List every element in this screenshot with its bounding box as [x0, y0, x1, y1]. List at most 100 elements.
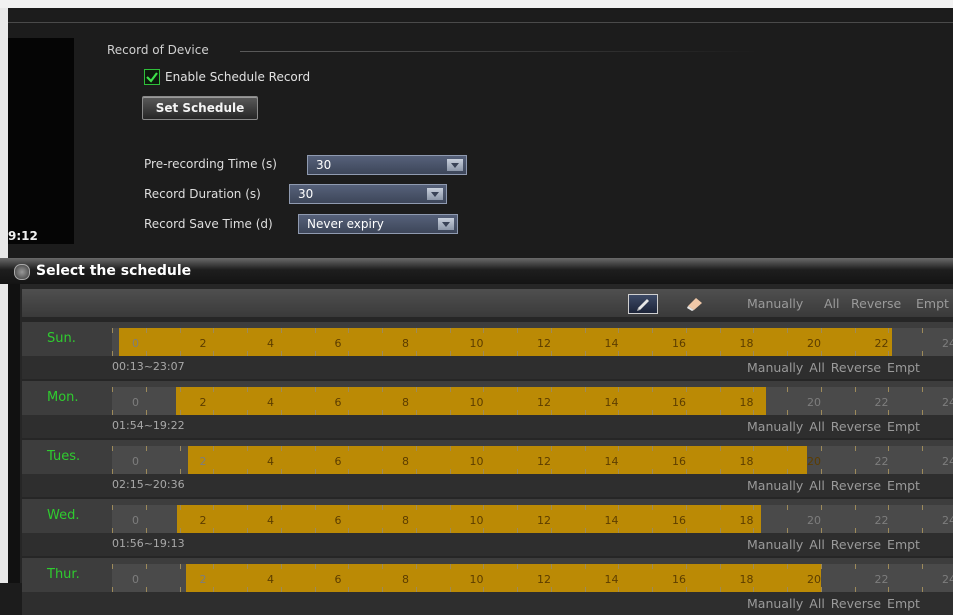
row-action-manually[interactable]: Manually	[747, 360, 803, 375]
hour-tick	[382, 564, 383, 592]
hour-label: 12	[537, 337, 551, 350]
hour-label: 4	[267, 573, 274, 586]
duration-select[interactable]: 30	[289, 184, 447, 204]
row-action-reverse[interactable]: Reverse	[831, 419, 881, 434]
pencil-icon[interactable]	[628, 294, 658, 314]
enable-schedule-label[interactable]: Enable Schedule Record	[165, 70, 310, 84]
time-range: 01:54~19:22	[112, 419, 185, 432]
video-preview[interactable]	[8, 38, 74, 244]
day-row-2: Tues. 0 2 4 6 8 10 12 14 16 18 20 22 24 02:15~20:36 Man…	[22, 440, 953, 497]
hour-label: 24	[942, 573, 953, 586]
row-action-reverse[interactable]: Reverse	[831, 596, 881, 611]
set-schedule-button[interactable]: Set Schedule	[142, 96, 258, 120]
row-actions: Manually All Reverse Empt	[747, 419, 926, 434]
schedule-icon	[14, 264, 30, 280]
row-action-reverse[interactable]: Reverse	[831, 360, 881, 375]
hour-label: 8	[402, 396, 409, 409]
toolbar-empty-link[interactable]: Empt	[916, 296, 949, 311]
row-action-manually[interactable]: Manually	[747, 419, 803, 434]
chevron-down-icon[interactable]	[438, 218, 454, 230]
day-timeline[interactable]: 0 2 4 6 8 10 12 14 16 18 20 22 24	[112, 446, 953, 474]
row-action-empty[interactable]: Empt	[887, 360, 920, 375]
hour-label: 24	[942, 337, 953, 350]
duration-label: Record Duration (s)	[144, 187, 261, 201]
prerecord-select[interactable]: 30	[307, 155, 467, 175]
hour-label: 6	[334, 337, 342, 350]
hour-label: 14	[604, 337, 619, 350]
hour-label: 22	[874, 337, 889, 350]
row-action-all[interactable]: All	[809, 537, 825, 552]
row-action-reverse[interactable]: Reverse	[831, 537, 881, 552]
hour-label: 8	[402, 514, 409, 527]
hour-tick	[787, 328, 788, 356]
row-action-empty[interactable]: Empt	[887, 596, 920, 611]
row-actions: Manually All Reverse Empt	[747, 596, 926, 611]
hour-tick	[652, 505, 653, 533]
row-action-all[interactable]: All	[809, 419, 825, 434]
hour-tick	[584, 564, 586, 592]
row-action-all[interactable]: All	[809, 478, 825, 493]
toolbar-manually-link[interactable]: Manually	[747, 296, 803, 311]
enable-schedule-checkbox[interactable]	[144, 69, 160, 85]
chevron-down-icon[interactable]	[447, 159, 463, 171]
row-action-all[interactable]: All	[809, 360, 825, 375]
hour-label: 2	[199, 337, 207, 350]
hour-label: 14	[604, 396, 619, 409]
hour-tick	[922, 387, 923, 415]
toolbar-reverse-link[interactable]: Reverse	[851, 296, 901, 311]
section-divider	[240, 51, 760, 52]
hour-label: 24	[942, 396, 953, 409]
hour-tick	[787, 387, 788, 415]
row-action-empty[interactable]: Empt	[887, 537, 920, 552]
hour-tick	[145, 564, 147, 592]
day-row-4: Thur. 0 2 4 6 8 10 12 14 16 18 20 22 24 Manually All Rev…	[22, 558, 953, 615]
hour-tick	[348, 564, 350, 592]
hour-label: 14	[604, 573, 619, 586]
hour-tick	[922, 328, 923, 356]
row-action-empty[interactable]: Empt	[887, 478, 920, 493]
hour-label: 12	[537, 455, 551, 468]
day-timeline[interactable]: 0 2 4 6 8 10 12 14 16 18 20 22 24	[112, 387, 953, 415]
day-timeline[interactable]: 0 2 4 6 8 10 12 14 16 18 20 22 24	[112, 328, 953, 356]
hour-tick	[652, 387, 653, 415]
schedule-fill[interactable]	[119, 328, 893, 356]
hour-tick	[787, 505, 788, 533]
hour-tick	[854, 446, 856, 474]
hour-label: 10	[469, 455, 484, 468]
day-timeline[interactable]: 0 2 4 6 8 10 12 14 16 18 20 22 24	[112, 505, 953, 533]
row-action-manually[interactable]: Manually	[747, 478, 803, 493]
hour-label: 0	[132, 337, 139, 350]
row-action-manually[interactable]: Manually	[747, 596, 803, 611]
day-timeline[interactable]: 0 2 4 6 8 10 12 14 16 18 20 22 24	[112, 564, 953, 592]
hour-label: 16	[672, 455, 686, 468]
hour-label: 14	[604, 514, 619, 527]
hour-label: 2	[199, 573, 207, 586]
hour-tick	[280, 446, 282, 474]
hour-tick	[314, 387, 316, 415]
hour-label: 0	[132, 455, 139, 468]
chevron-down-icon[interactable]	[427, 188, 443, 200]
savetime-select[interactable]: Never expiry	[298, 214, 458, 234]
time-range: 00:13~23:07	[112, 360, 185, 373]
eraser-icon[interactable]	[684, 294, 706, 312]
hour-tick	[449, 564, 451, 592]
top-divider	[8, 22, 953, 23]
hour-tick	[854, 564, 856, 592]
hour-tick	[584, 446, 586, 474]
hour-tick	[449, 505, 451, 533]
video-timestamp: 9:12	[8, 229, 38, 243]
toolbar-all-link[interactable]: All	[824, 296, 840, 311]
hour-tick	[314, 564, 316, 592]
hour-tick	[719, 328, 721, 356]
row-action-reverse[interactable]: Reverse	[831, 478, 881, 493]
hour-tick	[449, 328, 451, 356]
row-action-manually[interactable]: Manually	[747, 537, 803, 552]
row-action-all[interactable]: All	[809, 596, 825, 611]
hour-tick	[517, 564, 518, 592]
row-action-empty[interactable]: Empt	[887, 419, 920, 434]
hour-tick	[517, 328, 518, 356]
hour-label: 24	[942, 455, 953, 468]
hour-tick	[247, 387, 248, 415]
hour-tick	[213, 328, 215, 356]
day-name: Thur.	[47, 567, 80, 582]
